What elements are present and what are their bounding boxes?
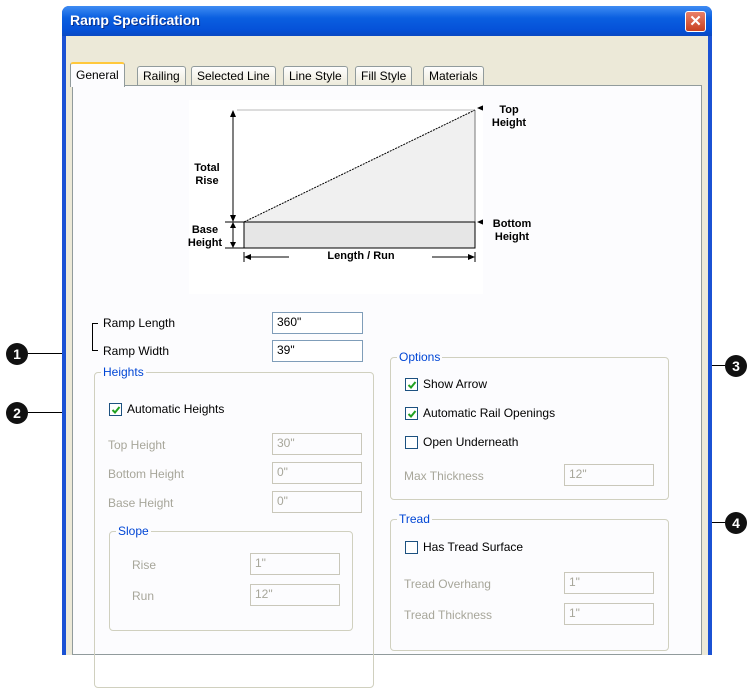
- base-height-label: Base Height: [108, 496, 174, 510]
- diagram-top-height-label: Top Height: [491, 104, 527, 129]
- rise-label: Rise: [132, 558, 157, 572]
- tab-railing[interactable]: Railing: [137, 66, 186, 86]
- checkmark-icon: [407, 410, 417, 418]
- heights-group: Heights Automatic Heights Top Height 30"…: [94, 365, 374, 688]
- close-icon: ✕: [689, 13, 702, 30]
- dialog-body: General Railing Selected Line Line Style…: [66, 36, 708, 688]
- has-tread-surface-checkbox[interactable]: [405, 541, 418, 554]
- max-thickness-label: Max Thickness: [404, 469, 484, 483]
- callout-3: 3: [725, 355, 747, 377]
- options-group-title: Options: [397, 350, 443, 364]
- diagram-base-height-label: Base Height: [187, 224, 223, 249]
- tread-overhang-input[interactable]: 1": [564, 572, 654, 594]
- ramp-width-label: Ramp Width: [103, 344, 170, 358]
- ramp-diagram-graphic: [225, 105, 489, 262]
- automatic-heights-label: Automatic Heights: [127, 402, 225, 416]
- diagram-bottom-height-label: Bottom Height: [492, 218, 532, 243]
- slope-group: Slope Rise 1" Run 12": [109, 524, 353, 631]
- show-arrow-label: Show Arrow: [423, 377, 488, 391]
- max-thickness-input[interactable]: 12": [564, 464, 654, 486]
- tab-line-style[interactable]: Line Style: [283, 66, 348, 86]
- tab-selected-line[interactable]: Selected Line: [191, 66, 276, 86]
- diagram-total-rise-label: Total Rise: [194, 162, 220, 187]
- top-height-input[interactable]: 30": [272, 433, 362, 455]
- window-title: Ramp Specification: [70, 12, 200, 28]
- tread-overhang-label: Tread Overhang: [404, 577, 491, 591]
- open-underneath-checkbox[interactable]: [405, 436, 418, 449]
- tab-materials[interactable]: Materials: [423, 66, 484, 86]
- callout-2: 2: [6, 402, 28, 424]
- run-input[interactable]: 12": [250, 584, 340, 606]
- tab-fill-style[interactable]: Fill Style: [355, 66, 413, 86]
- checkmark-icon: [111, 406, 121, 414]
- ramp-length-input[interactable]: 360": [272, 312, 363, 334]
- automatic-rail-openings-checkbox[interactable]: [405, 407, 418, 420]
- show-arrow-checkbox[interactable]: [405, 378, 418, 391]
- slope-group-title: Slope: [116, 524, 151, 538]
- bottom-height-input[interactable]: 0": [272, 462, 362, 484]
- options-group: Options Show Arrow Automatic Rail Openin…: [390, 350, 669, 500]
- tread-group-title: Tread: [397, 512, 432, 526]
- diagram-length-run-label: Length / Run: [327, 250, 395, 262]
- ramp-bracket-vert: [92, 323, 93, 350]
- automatic-heights-checkbox[interactable]: [109, 403, 122, 416]
- tread-thickness-input[interactable]: 1": [564, 603, 654, 625]
- has-tread-surface-label: Has Tread Surface: [423, 540, 524, 554]
- run-label: Run: [132, 589, 155, 603]
- ramp-specification-window: Ramp Specification ✕ General Railing Sel…: [62, 6, 712, 688]
- tab-general[interactable]: General: [70, 62, 125, 87]
- callout-1: 1: [6, 343, 28, 365]
- checkmark-icon: [407, 381, 417, 389]
- base-height-input[interactable]: 0": [272, 491, 362, 513]
- top-height-label: Top Height: [108, 438, 166, 452]
- automatic-rail-openings-label: Automatic Rail Openings: [423, 406, 556, 420]
- heights-group-title: Heights: [101, 365, 146, 379]
- tread-thickness-label: Tread Thickness: [404, 608, 493, 622]
- title-bar[interactable]: Ramp Specification ✕: [62, 6, 712, 36]
- ramp-width-input[interactable]: 39": [272, 340, 363, 362]
- ramp-bracket-bottom: [92, 350, 98, 351]
- bottom-height-label: Bottom Height: [108, 467, 185, 481]
- tread-group: Tread Has Tread Surface Tread Overhang 1…: [390, 512, 669, 651]
- ramp-length-label: Ramp Length: [103, 316, 176, 330]
- close-button[interactable]: ✕: [685, 11, 706, 32]
- ramp-diagram: Top Height Total Rise Base Height Bottom…: [188, 100, 531, 294]
- rise-input[interactable]: 1": [250, 553, 340, 575]
- open-underneath-label: Open Underneath: [423, 435, 519, 449]
- general-tab-panel: Top Height Total Rise Base Height Bottom…: [72, 85, 702, 688]
- callout-4: 4: [725, 512, 747, 534]
